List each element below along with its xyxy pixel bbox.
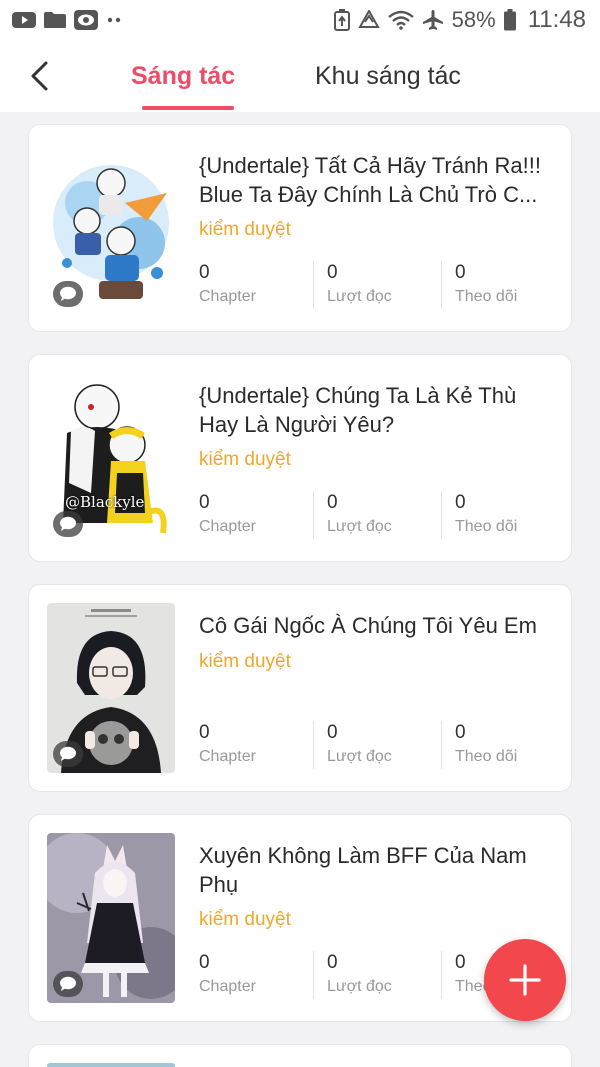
chat-app-icon bbox=[74, 10, 98, 30]
stat-views-value: 0 bbox=[327, 722, 338, 743]
stat-chapters-value: 0 bbox=[199, 262, 210, 283]
stat-divider bbox=[313, 491, 314, 539]
comment-icon bbox=[60, 976, 76, 991]
stat-divider bbox=[313, 261, 314, 309]
tab-sang-tac[interactable]: Sáng tác bbox=[131, 60, 235, 92]
stat-views: 0 Lượt đọc bbox=[327, 951, 392, 1003]
stat-divider bbox=[313, 951, 314, 999]
stat-chapters-label: Chapter bbox=[199, 748, 256, 765]
stat-views-value: 0 bbox=[327, 492, 338, 513]
story-cover-image bbox=[47, 833, 175, 1003]
story-stats: 0 Chapter 0 Lượt đọc 0 Theo dõi bbox=[199, 261, 569, 313]
stat-divider bbox=[441, 951, 442, 999]
story-status: kiểm duyệt bbox=[199, 651, 291, 672]
stat-views: 0 Lượt đọc bbox=[327, 261, 392, 313]
stat-views-label: Lượt đọc bbox=[327, 748, 392, 765]
stat-divider bbox=[441, 721, 442, 769]
comment-badge bbox=[53, 281, 83, 307]
cover-watermark: @Blackyle bbox=[65, 493, 145, 511]
stat-followers-value: 0 bbox=[455, 262, 466, 283]
battery-percent: 58% bbox=[451, 7, 496, 32]
active-tab-indicator bbox=[142, 106, 234, 110]
folder-icon bbox=[44, 11, 66, 29]
story-cover-image: @Blackyle bbox=[47, 373, 175, 543]
story-card[interactable]: {Undertale} Tất Cả Hãy Tránh Ra!!! Blue … bbox=[28, 124, 572, 332]
status-bar-right: 58% 11:48 bbox=[333, 6, 586, 34]
stat-followers-label: Theo dõi bbox=[455, 748, 518, 765]
story-status: kiểm duyệt bbox=[199, 909, 291, 930]
stat-views-label: Lượt đọc bbox=[327, 978, 392, 995]
stat-chapters-value: 0 bbox=[199, 952, 210, 973]
back-arrow-icon bbox=[31, 61, 48, 91]
stat-views: 0 Lượt đọc bbox=[327, 491, 392, 543]
stat-chapters-value: 0 bbox=[199, 492, 210, 513]
stat-chapters-label: Chapter bbox=[199, 288, 256, 305]
create-story-button[interactable] bbox=[484, 939, 566, 1021]
stat-views-value: 0 bbox=[327, 952, 338, 973]
status-bar-left bbox=[12, 10, 126, 30]
story-title[interactable]: {Undertale} Tất Cả Hãy Tránh Ra!!! Blue … bbox=[199, 151, 559, 209]
data-saver-icon bbox=[357, 10, 380, 30]
battery-icon bbox=[503, 9, 516, 31]
stat-chapters: 0 Chapter bbox=[199, 721, 256, 773]
stat-divider bbox=[313, 721, 314, 769]
story-title[interactable]: Cô Gái Ngốc À Chúng Tôi Yêu Em bbox=[199, 611, 559, 640]
stat-chapters: 0 Chapter bbox=[199, 951, 256, 1003]
stat-chapters-label: Chapter bbox=[199, 518, 256, 535]
clock: 11:48 bbox=[527, 6, 586, 33]
stat-followers: 0 Theo dõi bbox=[455, 491, 517, 543]
story-cover-image bbox=[47, 1063, 175, 1067]
story-title[interactable]: Xuyên Không Làm BFF Của Nam Phụ bbox=[199, 841, 559, 899]
more-dots-icon bbox=[106, 15, 126, 25]
stat-chapters: 0 Chapter bbox=[199, 261, 256, 313]
app-header: Sáng tác Khu sáng tác bbox=[0, 40, 600, 112]
stat-views-label: Lượt đọc bbox=[327, 288, 392, 305]
comment-badge bbox=[53, 741, 83, 767]
comment-badge bbox=[53, 511, 83, 537]
status-bar: 58% 11:48 bbox=[0, 0, 600, 40]
stat-followers-value: 0 bbox=[455, 492, 466, 513]
plus-icon bbox=[509, 964, 541, 996]
wifi-icon bbox=[387, 10, 414, 30]
stat-views-label: Lượt đọc bbox=[327, 518, 392, 535]
story-cover-image bbox=[47, 603, 175, 773]
story-status: kiểm duyệt bbox=[199, 449, 291, 470]
story-stats: 0 Chapter 0 Lượt đọc 0 Theo dõi bbox=[199, 721, 569, 773]
story-card[interactable]: @Blackyle {Undertale} Chúng Ta Là Kẻ Thù… bbox=[28, 354, 572, 562]
story-card-partial[interactable] bbox=[28, 1044, 572, 1067]
stat-divider bbox=[441, 261, 442, 309]
stat-followers-label: Theo dõi bbox=[455, 288, 518, 305]
stat-chapters-label: Chapter bbox=[199, 978, 256, 995]
stat-divider bbox=[441, 491, 442, 539]
story-status: kiểm duyệt bbox=[199, 219, 291, 240]
comment-icon bbox=[60, 746, 76, 761]
battery-saver-icon bbox=[333, 9, 350, 31]
comment-badge bbox=[53, 971, 83, 997]
stat-chapters-value: 0 bbox=[199, 722, 210, 743]
stat-views-value: 0 bbox=[327, 262, 338, 283]
comment-icon bbox=[60, 286, 76, 301]
youtube-icon bbox=[12, 11, 36, 29]
story-stats: 0 Chapter 0 Lượt đọc 0 Theo dõi bbox=[199, 491, 569, 543]
stat-followers: 0 Theo dõi bbox=[455, 261, 517, 313]
story-card[interactable]: Cô Gái Ngốc À Chúng Tôi Yêu Em kiểm duyệ… bbox=[28, 584, 572, 792]
stat-chapters: 0 Chapter bbox=[199, 491, 256, 543]
stat-followers-value: 0 bbox=[455, 722, 466, 743]
tab-khu-sang-tac[interactable]: Khu sáng tác bbox=[315, 60, 461, 92]
comment-icon bbox=[60, 516, 76, 531]
back-button[interactable] bbox=[20, 54, 60, 98]
stat-views: 0 Lượt đọc bbox=[327, 721, 392, 773]
story-title[interactable]: {Undertale} Chúng Ta Là Kẻ Thù Hay Là Ng… bbox=[199, 381, 559, 439]
stat-followers-label: Theo dõi bbox=[455, 518, 518, 535]
airplane-icon bbox=[422, 9, 444, 31]
stat-followers: 0 Theo dõi bbox=[455, 721, 517, 773]
story-cover-image bbox=[47, 143, 175, 313]
